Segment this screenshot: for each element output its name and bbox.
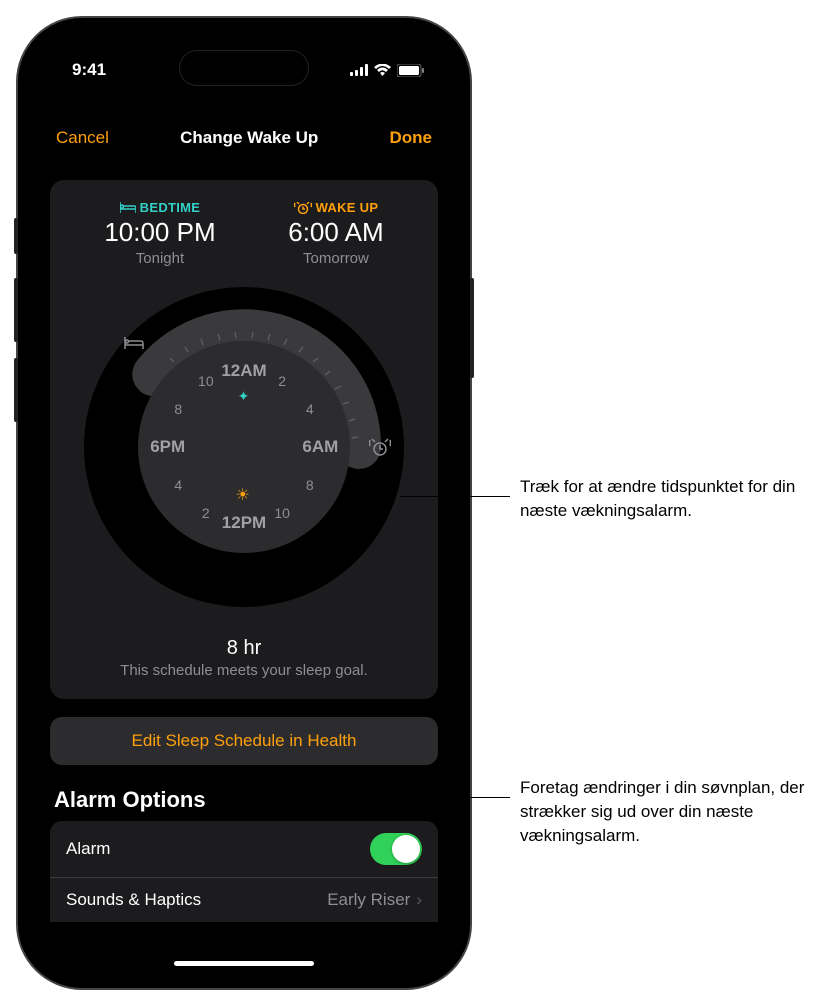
- nav-bar: Cancel Change Wake Up Done: [32, 88, 456, 160]
- clock-n10b: 10: [198, 373, 214, 389]
- nav-title: Change Wake Up: [180, 128, 318, 148]
- bedtime-header: BEDTIME 10:00 PM Tonight: [104, 200, 215, 267]
- sparkle-icon: ✦: [238, 388, 250, 405]
- bedtime-sub: Tonight: [104, 250, 215, 267]
- bedtime-time: 10:00 PM: [104, 217, 215, 248]
- bedtime-label: BEDTIME: [104, 200, 215, 215]
- cellular-icon: [350, 64, 368, 76]
- dynamic-island: [179, 50, 309, 86]
- clock-n4a: 4: [306, 401, 314, 417]
- callout-line-wake: [400, 496, 510, 497]
- clock-numbers: 12AM 6AM 12PM 6PM 2 4 8 10 2 4 8 10: [138, 341, 350, 553]
- status-time: 9:41: [72, 60, 106, 80]
- phone-frame: 9:41 Cancel Change Wake Up Done BEDTIME: [18, 18, 470, 988]
- battery-icon: [397, 64, 424, 77]
- sounds-value-wrap: Early Riser ›: [327, 890, 422, 910]
- alarm-toggle-row[interactable]: Alarm: [50, 821, 438, 877]
- alarm-options-title: Alarm Options: [50, 765, 438, 821]
- side-button-vol-down: [14, 358, 18, 422]
- bed-handle-icon: [124, 336, 144, 350]
- side-button-power: [470, 278, 474, 378]
- wakeup-label-text: WAKE UP: [316, 200, 379, 215]
- clock-6pm: 6PM: [150, 437, 185, 457]
- alarm-toggle[interactable]: [370, 833, 422, 865]
- content: BEDTIME 10:00 PM Tonight WAKE UP 6:00 AM…: [32, 160, 456, 922]
- chevron-right-icon: ›: [416, 890, 422, 910]
- time-headers: BEDTIME 10:00 PM Tonight WAKE UP 6:00 AM…: [68, 200, 420, 267]
- callout-edit: Foretag ændringer i din søvnplan, der st…: [520, 776, 820, 847]
- clock-n8a: 8: [306, 477, 314, 493]
- phone-screen: 9:41 Cancel Change Wake Up Done BEDTIME: [32, 32, 456, 974]
- clock-n10a: 10: [274, 505, 290, 521]
- sun-icon: ☀: [236, 485, 250, 505]
- callout-wake: Træk for at ændre tidspunktet for din næ…: [520, 475, 810, 523]
- sleep-dial[interactable]: 12AM 6AM 12PM 6PM 2 4 8 10 2 4 8 10: [84, 287, 404, 607]
- wakeup-handle[interactable]: [366, 433, 394, 461]
- clock-n4b: 4: [174, 477, 182, 493]
- wakeup-label: WAKE UP: [288, 200, 383, 215]
- side-button-silent: [14, 218, 18, 254]
- bed-icon: [120, 202, 136, 213]
- clock-6am: 6AM: [302, 437, 338, 457]
- clock-12am: 12AM: [221, 361, 266, 381]
- done-button[interactable]: Done: [390, 128, 433, 148]
- status-icons: [350, 64, 424, 77]
- clock-12pm: 12PM: [222, 513, 266, 533]
- clock-n8b: 8: [174, 401, 182, 417]
- clock-inner: 12AM 6AM 12PM 6PM 2 4 8 10 2 4 8 10: [138, 341, 350, 553]
- callout-line-edit: [444, 797, 510, 798]
- side-button-vol-up: [14, 278, 18, 342]
- home-indicator[interactable]: [174, 961, 314, 966]
- sounds-label: Sounds & Haptics: [66, 890, 201, 910]
- clock-n2b: 2: [202, 505, 210, 521]
- duration-hours: 8 hr: [68, 637, 420, 660]
- alarm-handle-icon: [369, 433, 391, 461]
- duration: 8 hr This schedule meets your sleep goal…: [68, 637, 420, 679]
- wifi-icon: [374, 64, 391, 76]
- sounds-haptics-row[interactable]: Sounds & Haptics Early Riser ›: [50, 877, 438, 922]
- edit-sleep-schedule-button[interactable]: Edit Sleep Schedule in Health: [50, 717, 438, 765]
- wakeup-time: 6:00 AM: [288, 217, 383, 248]
- clock-n2a: 2: [278, 373, 286, 389]
- alarm-icon: [294, 202, 312, 214]
- wakeup-sub: Tomorrow: [288, 250, 383, 267]
- wakeup-header: WAKE UP 6:00 AM Tomorrow: [288, 200, 383, 267]
- sounds-value: Early Riser: [327, 890, 410, 910]
- bedtime-label-text: BEDTIME: [140, 200, 201, 215]
- cancel-button[interactable]: Cancel: [56, 128, 109, 148]
- duration-sub: This schedule meets your sleep goal.: [68, 662, 420, 679]
- schedule-card: BEDTIME 10:00 PM Tonight WAKE UP 6:00 AM…: [50, 180, 438, 699]
- bedtime-handle[interactable]: [120, 329, 148, 357]
- alarm-label: Alarm: [66, 839, 110, 859]
- toggle-knob: [392, 835, 420, 863]
